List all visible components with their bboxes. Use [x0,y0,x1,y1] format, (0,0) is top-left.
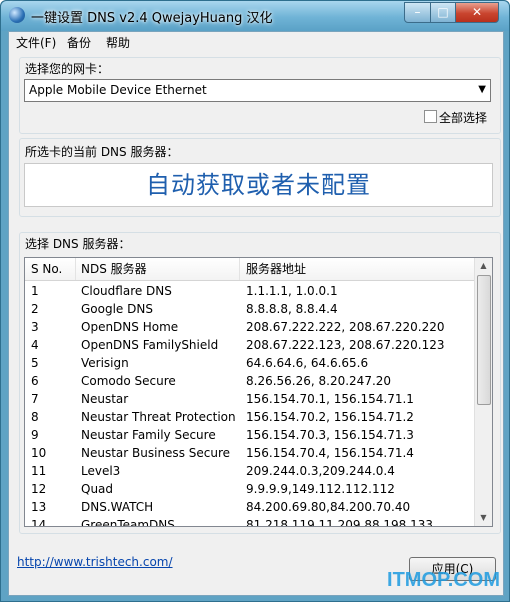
title-bar[interactable]: 一键设置 DNS v2.4 QwejayHuang 汉化 – □ ✕ [1,1,509,31]
table-row[interactable]: 9 Neustar Family Secure 156.154.70.3, 156.… [25,426,474,444]
select-all-checkbox[interactable] [424,110,437,123]
table-row[interactable]: 12 Quad 9.9.9.9,149.112.112.112 [25,480,474,498]
list-scrollbar[interactable]: ▲ ▼ [474,258,492,526]
row-number: 13 [31,500,47,514]
current-dns-display: 自动获取或者未配置 [24,163,493,207]
row-number: 10 [31,446,47,460]
row-number: 2 [31,302,39,316]
scroll-up-icon[interactable]: ▲ [475,258,492,274]
adapter-label: 选择您的网卡： [25,62,110,76]
row-number: 14 [31,518,47,527]
list-header: S No. NDS 服务器 服务器地址 [25,258,475,281]
adapter-select[interactable]: Apple Mobile Device Ethernet ▼ [24,79,491,102]
table-row[interactable]: 2 Google DNS 8.8.8.8, 8.8.4.4 [25,300,474,318]
menu-help[interactable]: 帮助 [106,34,130,51]
server-address: 1.1.1.1, 1.0.0.1 [246,284,338,298]
table-row[interactable]: 7 Neustar 156.154.70.1, 156.154.71.1 [25,390,474,408]
scroll-thumb[interactable] [477,275,491,405]
server-name: Neustar Family Secure [81,428,216,442]
server-address: 156.154.70.2, 156.154.71.2 [246,410,414,424]
adapter-select-value: Apple Mobile Device Ethernet [29,83,207,97]
close-button[interactable]: ✕ [455,2,499,23]
table-row[interactable]: 3 OpenDNS Home 208.67.222.222, 208.67.220.… [25,318,474,336]
column-header-address[interactable]: 服务器地址 [240,258,475,280]
row-number: 1 [31,284,39,298]
table-row[interactable]: 14 GreenTeamDNS 81.218.119.11,209.88.198.1… [25,516,474,527]
row-number: 3 [31,320,39,334]
table-row[interactable]: 6 Comodo Secure 8.26.56.26, 8.20.247.20 [25,372,474,390]
current-dns-label: 所选卡的当前 DNS 服务器： [25,145,179,159]
server-address: 209.244.0.3,209.244.0.4 [246,464,395,478]
scroll-down-icon[interactable]: ▼ [475,510,492,526]
server-name: Google DNS [81,302,153,316]
server-address: 8.26.56.26, 8.20.247.20 [246,374,392,388]
column-header-server[interactable]: NDS 服务器 [75,258,240,280]
table-row[interactable]: 10 Neustar Business Secure 156.154.70.4, 1… [25,444,474,462]
menu-file[interactable]: 文件(F) [16,34,56,51]
server-address: 64.6.64.6, 64.6.65.6 [246,356,369,370]
current-dns-status: 自动获取或者未配置 [146,171,371,199]
server-name: OpenDNS Home [81,320,179,334]
server-address: 208.67.222.222, 208.67.220.220 [246,320,445,334]
app-icon [9,7,25,23]
menu-bar: 文件(F) 备份 帮助 [9,32,503,52]
server-address: 84.200.69.80,84.200.70.40 [246,500,411,514]
app-window: 一键设置 DNS v2.4 QwejayHuang 汉化 – □ ✕ 文件(F)… [0,0,510,602]
server-name: Neustar Threat Protection [81,410,236,424]
table-row[interactable]: 11 Level3 209.244.0.3,209.244.0.4 [25,462,474,480]
dns-list-label: 选择 DNS 服务器： [25,237,131,251]
chevron-down-icon: ▼ [478,84,486,95]
table-row[interactable]: 4 OpenDNS FamilyShield 208.67.222.123, 208… [25,336,474,354]
menu-backup[interactable]: 备份 [67,34,91,51]
server-name: OpenDNS FamilyShield [81,338,219,352]
server-name: GreenTeamDNS [81,518,175,527]
server-address: 81.218.119.11,209.88.198.133 [246,518,434,527]
server-name: Verisign [81,356,129,370]
client-area: 文件(F) 备份 帮助 选择您的网卡： Apple Mobile Device … [8,31,504,596]
server-name: DNS.WATCH [81,500,154,514]
server-address: 156.154.70.4, 156.154.71.4 [246,446,414,460]
server-name: Neustar [81,392,129,406]
server-name: Quad [81,482,114,496]
server-name: Cloudflare DNS [81,284,172,298]
row-number: 9 [31,428,39,442]
minimize-button[interactable]: – [404,2,431,23]
server-name: Comodo Secure [81,374,176,388]
column-header-sno[interactable]: S No. [25,258,76,280]
window-title: 一键设置 DNS v2.4 QwejayHuang 汉化 [31,11,273,26]
dns-server-list[interactable]: S No. NDS 服务器 服务器地址 1 Cloudflare DNS 1.1.1… [24,257,493,527]
website-link[interactable]: http://www.trishtech.com/ [17,555,173,569]
row-number: 11 [31,464,47,478]
table-row[interactable]: 8 Neustar Threat Protection 156.154.70.2, … [25,408,474,426]
table-row[interactable]: 5 Verisign 64.6.64.6, 64.6.65.6 [25,354,474,372]
server-address: 156.154.70.3, 156.154.71.3 [246,428,414,442]
row-number: 8 [31,410,39,424]
row-number: 7 [31,392,39,406]
server-address: 156.154.70.1, 156.154.71.1 [246,392,414,406]
row-number: 6 [31,374,39,388]
row-number: 5 [31,356,39,370]
server-address: 9.9.9.9,149.112.112.112 [246,482,395,496]
select-all-label: 全部选择 [439,111,488,125]
maximize-button[interactable]: □ [430,2,456,23]
watermark-logo: ITMOP.COM [387,569,500,591]
server-name: Level3 [81,464,121,478]
table-row[interactable]: 13 DNS.WATCH 84.200.69.80,84.200.70.40 [25,498,474,516]
server-address: 208.67.222.123, 208.67.220.123 [246,338,445,352]
server-address: 8.8.8.8, 8.8.4.4 [246,302,338,316]
row-number: 4 [31,338,39,352]
table-row[interactable]: 1 Cloudflare DNS 1.1.1.1, 1.0.0.1 [25,282,474,300]
server-name: Neustar Business Secure [81,446,231,460]
row-number: 12 [31,482,47,496]
